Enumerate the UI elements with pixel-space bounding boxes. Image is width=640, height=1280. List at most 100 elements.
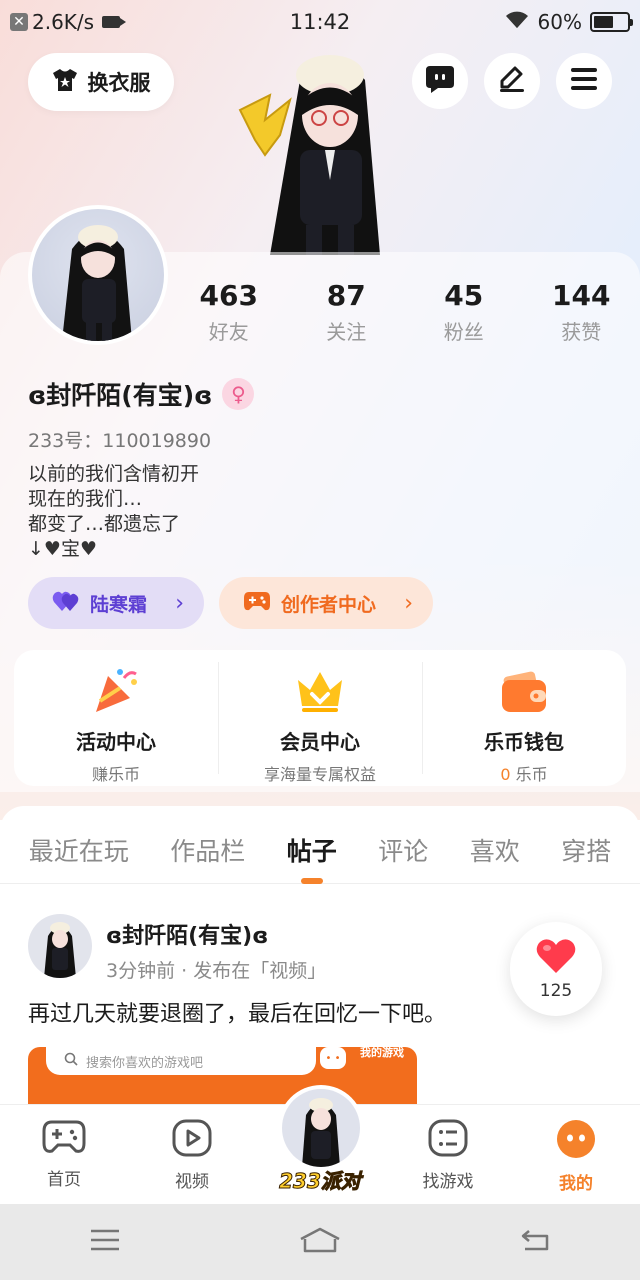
likes-received-label: 获赞 [561, 320, 602, 344]
change-outfit-button[interactable]: 换衣服 [28, 53, 174, 111]
post-author-name[interactable]: ɞ封阡陌(有宝)ɞ [106, 918, 268, 950]
profile-avatar[interactable] [28, 205, 168, 345]
notification-icon: ✕ [10, 13, 28, 31]
nav-video-label: 视频 [175, 1172, 209, 1192]
search-icon [64, 1052, 78, 1070]
bio-line: 以前的我们含情初开 [28, 463, 200, 485]
tab-outfits[interactable]: 穿搭 [561, 818, 611, 882]
party-avatar [278, 1085, 364, 1171]
scan-icon [263, 1053, 279, 1073]
friends-label: 好友 [208, 320, 249, 344]
list-icon [428, 1119, 468, 1161]
membership-center-title: 会员中心 [280, 730, 360, 754]
post-media-thumbnail[interactable]: 搜索你喜欢的游戏吧 • • 我的游戏 [28, 1047, 417, 1107]
back-icon[interactable] [519, 1228, 551, 1256]
bio: 以前的我们含情初开 现在的我们… 都变了…都遗忘了 ↓♥宝♥ [28, 462, 199, 562]
home-icon[interactable] [299, 1227, 341, 1257]
network-speed: 2.6K/s [32, 10, 95, 34]
cp-relationship-button[interactable]: 陆寒霜 › [28, 577, 204, 629]
my-games-label: 我的游戏 [360, 1047, 404, 1059]
tab-comments[interactable]: 评论 [378, 818, 428, 882]
gamepad-icon [243, 590, 271, 617]
following-label: 关注 [326, 320, 367, 344]
video-camera-icon [102, 16, 127, 28]
party-logo-text: 233派对 [279, 1169, 362, 1194]
battery-icon [590, 12, 633, 32]
gamepad-icon [42, 1119, 86, 1159]
nav-video[interactable]: 视频 [128, 1105, 256, 1204]
heart-pair-icon [52, 589, 80, 618]
nickname: ɞ封阡陌(有宝)ɞ [28, 381, 213, 410]
following-stat[interactable]: 87 关注 [288, 278, 406, 345]
edit-icon [498, 65, 526, 97]
nav-me[interactable]: 我的 [512, 1105, 640, 1204]
likes-received-count: 144 [552, 279, 611, 312]
activity-center-subtitle: 赚乐币 [91, 765, 140, 784]
wifi-icon [504, 10, 530, 35]
followers-label: 粉丝 [443, 320, 484, 344]
tab-recently-played[interactable]: 最近在玩 [29, 818, 129, 882]
female-gender-icon: ♀ [222, 378, 255, 410]
menu-icon [570, 67, 598, 95]
post-meta: 3分钟前 · 发布在「视频」 [106, 960, 327, 982]
crown-icon [294, 664, 346, 716]
coin-balance: 0 [500, 765, 511, 784]
bio-line: ↓♥宝♥ [28, 538, 97, 560]
profile-tabs: 最近在玩 作品栏 帖子 评论 喜欢 穿搭 [0, 816, 640, 884]
heart-icon [535, 937, 577, 979]
bottom-navigation: 首页 视频 233派对 找游戏 我的 [0, 1085, 640, 1204]
coin-wallet-title: 乐币钱包 [484, 730, 564, 754]
tab-likes[interactable]: 喜欢 [470, 818, 520, 882]
edit-profile-button[interactable] [484, 53, 540, 109]
post-like-count: 125 [539, 981, 573, 1001]
profile-stats: 463 好友 87 关注 45 粉丝 144 获赞 [170, 278, 640, 345]
chat-icon: • • [320, 1047, 346, 1069]
system-navigation-bar [0, 1204, 640, 1280]
more-menu-button[interactable] [556, 53, 612, 109]
nav-find-games-label: 找游戏 [422, 1172, 474, 1192]
cp-name: 陆寒霜 [90, 593, 148, 616]
play-icon [172, 1119, 212, 1161]
post-like-button[interactable]: 125 [510, 922, 602, 1016]
chevron-right-icon: › [175, 590, 184, 616]
nav-home-label: 首页 [47, 1170, 81, 1190]
post-author-avatar[interactable] [28, 914, 92, 978]
change-outfit-label: 换衣服 [87, 71, 151, 95]
nav-home[interactable]: 首页 [0, 1105, 128, 1204]
following-count: 87 [326, 279, 366, 312]
membership-center[interactable]: 会员中心 享海量专属权益 [218, 650, 422, 786]
header-actions [412, 53, 612, 109]
coin-wallet[interactable]: 乐币钱包 0 乐币 [422, 650, 626, 786]
friends-stat[interactable]: 463 好友 [170, 278, 288, 345]
recent-apps-icon[interactable] [89, 1228, 121, 1256]
services-panel: 活动中心 赚乐币 会员中心 享海量专属权益 乐币钱包 0 乐币 [14, 650, 626, 786]
avatar-3d-figure[interactable] [230, 40, 430, 255]
tab-posts[interactable]: 帖子 [287, 818, 337, 884]
bio-line: 都变了…都遗忘了 [28, 513, 181, 535]
tab-works[interactable]: 作品栏 [170, 818, 245, 882]
media-search-placeholder: 搜索你喜欢的游戏吧 [86, 1055, 204, 1071]
coin-wallet-subtitle: 0 乐币 [500, 761, 547, 785]
clock: 11:42 [289, 10, 351, 34]
followers-stat[interactable]: 45 粉丝 [405, 278, 523, 345]
smile-icon [556, 1119, 596, 1163]
activity-center-title: 活动中心 [76, 730, 156, 754]
chevron-right-icon: › [404, 590, 413, 616]
status-bar: ✕ 2.6K/s 11:42 60% [0, 0, 640, 44]
nav-party[interactable]: 233派对 [256, 1085, 384, 1204]
creator-center-button[interactable]: 创作者中心 › [219, 577, 433, 629]
friends-count: 463 [199, 279, 258, 312]
party-popper-icon [90, 664, 142, 716]
nav-find-games[interactable]: 找游戏 [384, 1105, 512, 1204]
bio-line: 现在的我们… [28, 488, 143, 510]
membership-center-subtitle: 享海量专属权益 [263, 765, 376, 784]
battery-percent: 60% [537, 10, 582, 34]
likes-stat[interactable]: 144 获赞 [523, 278, 640, 345]
activity-center[interactable]: 活动中心 赚乐币 [14, 650, 218, 786]
shirt-icon [52, 68, 78, 97]
wallet-icon [498, 664, 550, 716]
post-text[interactable]: 再过几天就要退圈了，最后在回忆一下吧。 [28, 996, 446, 1028]
creator-center-label: 创作者中心 [281, 593, 377, 616]
account-id[interactable]: 233号：110019890 [28, 426, 211, 453]
nav-me-label: 我的 [559, 1174, 593, 1194]
